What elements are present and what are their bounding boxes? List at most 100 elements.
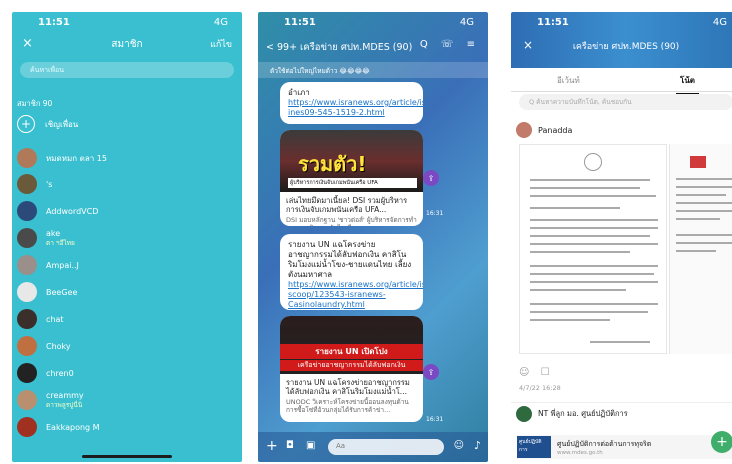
member-item[interactable]: Eakkapong M	[17, 416, 237, 438]
link-thumbnail: ศูนย์ปฏิบัติการ	[517, 436, 551, 458]
edit-button[interactable]: แก้ไข	[210, 37, 232, 51]
chat-header: < 99+ เครือข่าย ศปท.MDES (90) Q ☏ ≡	[258, 36, 488, 58]
signal-indicator: 4G	[712, 17, 727, 28]
mic-icon[interactable]: ♪	[474, 439, 481, 452]
member-name: Choky	[46, 341, 71, 351]
camera-icon[interactable]: ◘	[286, 440, 294, 451]
add-note-button[interactable]: +	[711, 431, 732, 453]
member-item[interactable]: 's	[17, 173, 237, 195]
member-name: ake	[46, 228, 61, 238]
document-image[interactable]	[519, 144, 667, 354]
share-icon[interactable]: ⇪	[423, 364, 439, 380]
preview-title: เล่นไทยมึดมาเนี้ยล! DSI รวมผู้บริหารการเ…	[286, 196, 408, 214]
member-item[interactable]: creammy ดาวพลูรบู่นี่นิ	[17, 389, 237, 411]
avatar	[17, 228, 37, 248]
header-actions[interactable]: Q ☏ ≡	[420, 39, 480, 50]
status-bar: 11:51 4G	[258, 12, 488, 32]
member-name: creammy	[46, 390, 84, 400]
preview-headline: รายงาน UN เปิดโปง	[280, 344, 423, 359]
status-time: 11:51	[537, 17, 569, 28]
preview-caption: เครือข่ายอาชญากรรมได้ลับฟอกเงิน	[280, 360, 423, 371]
emoji-icon[interactable]: ☺	[454, 440, 464, 451]
avatar	[17, 336, 37, 356]
plus-icon: +	[17, 115, 35, 133]
message-input-bar: + ◘ ▣ Aa ☺ ♪	[258, 432, 488, 462]
member-item[interactable]: chat	[17, 308, 237, 330]
emblem-icon	[584, 153, 602, 171]
message-bubble[interactable]: อำเภา https://www.isranews.org/article/i…	[280, 82, 423, 124]
post-author[interactable]: NT พี่ลูก มอ. ศูนย์ปฏิบัติการ	[516, 406, 628, 422]
link-url: www.mdes.go.th	[557, 449, 603, 456]
tab-notes[interactable]: โน้ต	[676, 74, 699, 95]
tab-events[interactable]: อีเว้นท์	[557, 74, 580, 87]
page-title: เครือข่าย ศปท.MDES (90)	[572, 42, 680, 52]
member-item[interactable]: Choky	[17, 335, 237, 357]
member-item[interactable]: Ampai..J	[17, 254, 237, 276]
link-preview-card[interactable]: รวมตัว! ผู้บริหารการเงินจับเกมพนันเครือ …	[280, 130, 423, 226]
avatar	[17, 255, 37, 275]
link-preview-card[interactable]: ศูนย์ปฏิบัติการ ศูนย์ปฏิบัติการต่อต้านกา…	[517, 435, 732, 459]
avatar	[516, 406, 532, 422]
member-name: Eakkapong M	[46, 422, 100, 432]
avatar	[516, 122, 532, 138]
message-link[interactable]: https://www.isranews.org/article/isranew…	[288, 280, 423, 309]
member-status: ตา ฯอีไทย	[46, 238, 75, 247]
message-time: 16:31	[426, 210, 444, 217]
member-name: BeeGee	[46, 287, 78, 297]
status-bar: 11:51 4G	[511, 12, 732, 32]
search-input[interactable]: ค้นหาเพื่อน	[20, 62, 234, 78]
tab-bar: อีเว้นท์ โน้ต	[511, 68, 732, 95]
message-input[interactable]: Aa	[328, 439, 444, 455]
preview-image: รายงาน UN เปิดโปง เครือข่ายอาชญากรรมได้ล…	[280, 316, 423, 374]
preview-title: รายงาน UN แฉโครงข่ายอาชญากรรมได้ลับฟอกเง…	[286, 378, 410, 396]
invite-label: เชิญเพื่อน	[45, 119, 79, 129]
member-name: 's	[46, 179, 53, 189]
message-time: 16:31	[426, 416, 444, 423]
members-screen: 11:51 4G × สมาชิก แก้ไข ค้นหาเพื่อน สมาช…	[12, 12, 242, 462]
avatar	[17, 148, 37, 168]
avatar	[17, 363, 37, 383]
member-item[interactable]: AddwordVCD	[17, 200, 237, 222]
member-status: ดาวพลูรบู่นี่นิ	[46, 400, 83, 409]
logo-icon	[690, 156, 706, 168]
message-bubble[interactable]: รายงาน UN แฉโครงข่ายอาชญากรรมได้ลับฟอกเง…	[280, 234, 423, 310]
member-item[interactable]: ake ตา ฯอีไทย	[17, 227, 237, 249]
status-time: 11:51	[38, 17, 70, 28]
invite-friends-button[interactable]: + เชิญเพื่อน	[17, 113, 78, 135]
plus-icon[interactable]: +	[266, 438, 278, 454]
share-icon[interactable]: ⇪	[423, 170, 439, 186]
member-item[interactable]: หมดหมก ตลา 15	[17, 147, 237, 169]
author-name: NT พี่ลูก มอ. ศูนย์ปฏิบัติการ	[538, 409, 628, 418]
members-header: × สมาชิก แก้ไข	[12, 34, 242, 56]
divider	[511, 402, 732, 403]
announcement-bar[interactable]: ตัวใช้ต่อไปใหญ่ไหมด้าว 😂😂😂😂	[258, 62, 488, 78]
document-image[interactable]	[669, 144, 732, 354]
member-name: หมดหมก ตลา 15	[46, 153, 107, 163]
reaction-icons[interactable]: ☺ ☐	[519, 367, 554, 378]
search-input[interactable]: Q ค้นหาความบันทึกโน้ต, ค้นชอบกัน	[519, 94, 732, 110]
back-button[interactable]: < 99+ เครือข่าย ศปท.MDES (90)	[266, 40, 412, 55]
member-item[interactable]: chren0	[17, 362, 237, 384]
post-date: 4/7/22 16:28	[519, 384, 561, 392]
image-icon[interactable]: ▣	[306, 440, 315, 451]
avatar	[17, 417, 37, 437]
member-count: สมาชิก 90	[17, 99, 53, 108]
preview-headline: รวมตัว!	[298, 152, 367, 176]
avatar	[17, 174, 37, 194]
chat-screen: 11:51 4G < 99+ เครือข่าย ศปท.MDES (90) Q…	[258, 12, 488, 462]
message-link[interactable]: https://www.isranews.org/article/isranew…	[288, 98, 423, 117]
preview-description: DSI มอบหลักฐาน 'ชาวต่อส์' ผู้บริหารจัดกา…	[286, 216, 417, 226]
avatar	[17, 282, 37, 302]
message-text: รายงาน UN แฉโครงข่ายอาชญากรรมได้ลับฟอกเง…	[288, 240, 412, 279]
signal-indicator: 4G	[459, 17, 474, 28]
member-name: Ampai..J	[46, 260, 79, 270]
post-author[interactable]: Panadda	[516, 122, 572, 138]
avatar	[17, 390, 37, 410]
home-indicator	[82, 455, 172, 458]
preview-caption: ผู้บริหารการเงินจับเกมพนันเครือ UFA	[288, 178, 417, 188]
avatar	[17, 309, 37, 329]
member-item[interactable]: BeeGee	[17, 281, 237, 303]
preview-image: รวมตัว! ผู้บริหารการเงินจับเกมพนันเครือ …	[280, 130, 423, 192]
avatar	[17, 201, 37, 221]
link-preview-card[interactable]: รายงาน UN เปิดโปง เครือข่ายอาชญากรรมได้ล…	[280, 316, 423, 422]
